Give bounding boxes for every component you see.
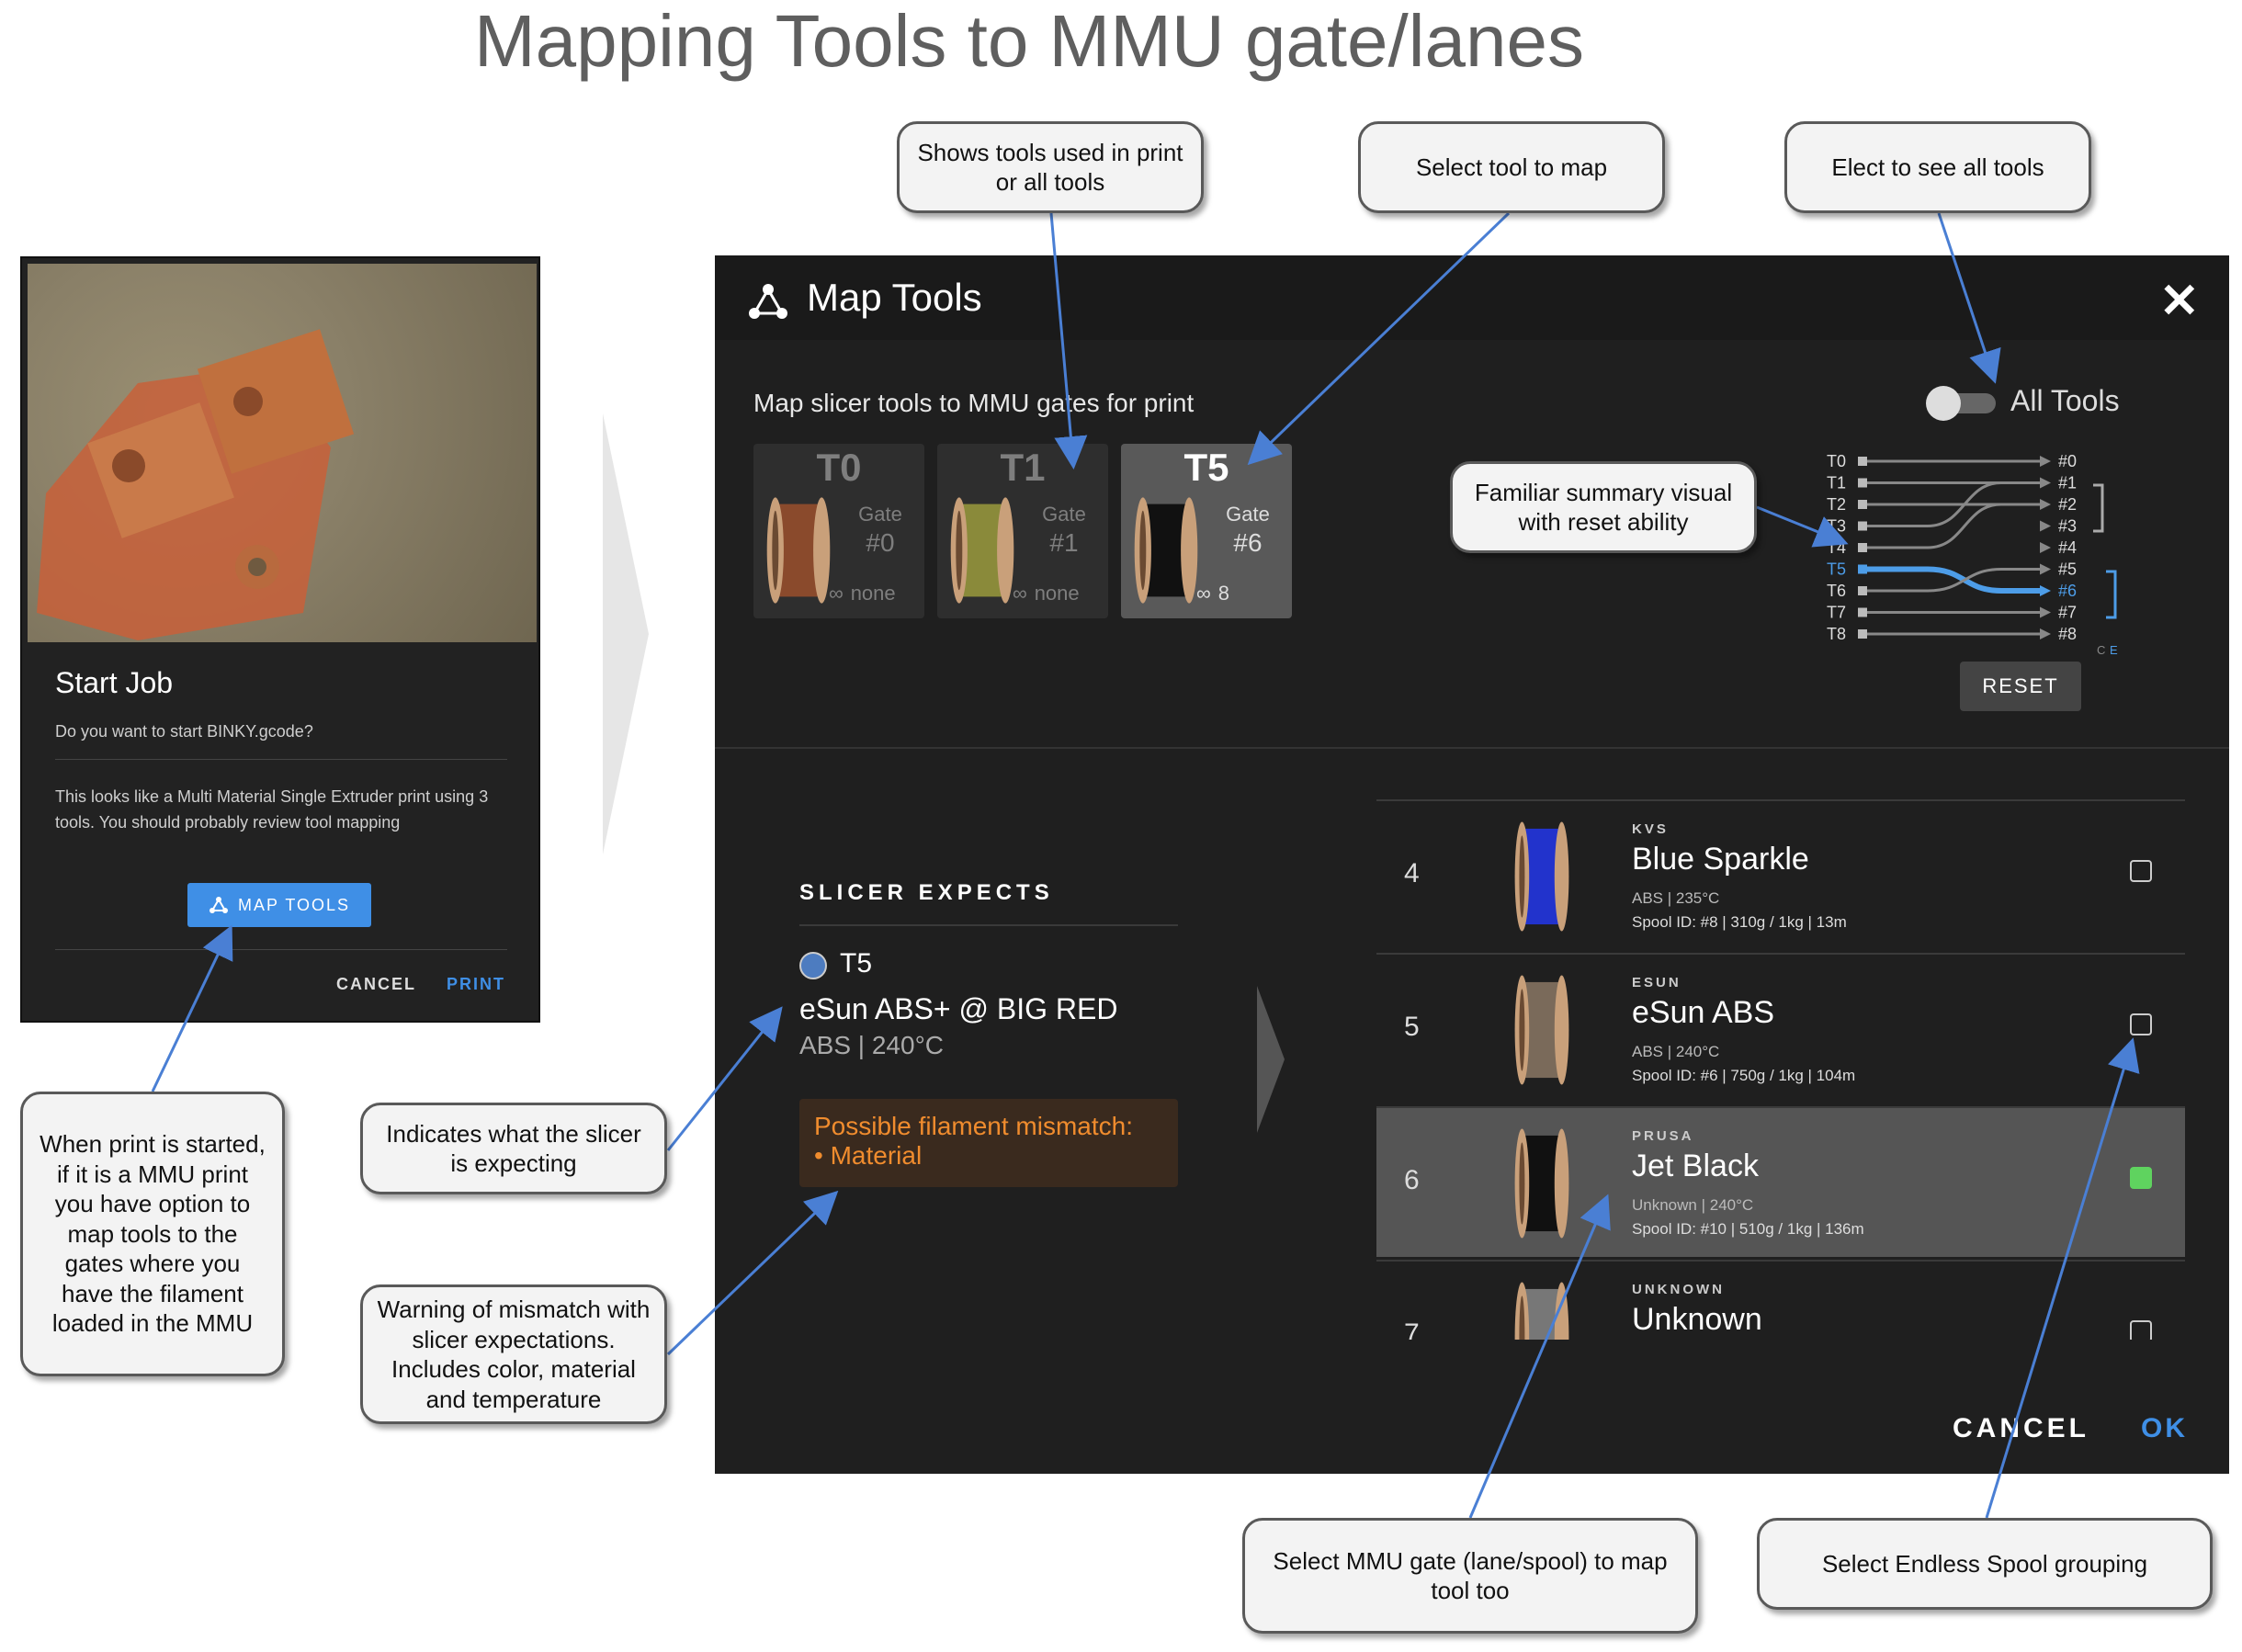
callout-select-gate: Select MMU gate (lane/spool) to map tool… bbox=[1242, 1518, 1698, 1634]
callout-when-print: When print is started, if it is a MMU pr… bbox=[20, 1092, 285, 1376]
callout-elect-all: Elect to see all tools bbox=[1784, 121, 2091, 213]
callout-select-tool: Select tool to map bbox=[1358, 121, 1665, 213]
callout-indicates: Indicates what the slicer is expecting bbox=[360, 1103, 667, 1194]
callout-select-es: Select Endless Spool grouping bbox=[1757, 1518, 2213, 1610]
callout-warning: Warning of mismatch with slicer expectat… bbox=[360, 1284, 667, 1424]
annotation-arrows bbox=[151, 211, 2140, 1519]
callout-familiar: Familiar summary visual with reset abili… bbox=[1450, 461, 1757, 553]
callout-shows-tools: Shows tools used in print or all tools bbox=[897, 121, 1204, 213]
